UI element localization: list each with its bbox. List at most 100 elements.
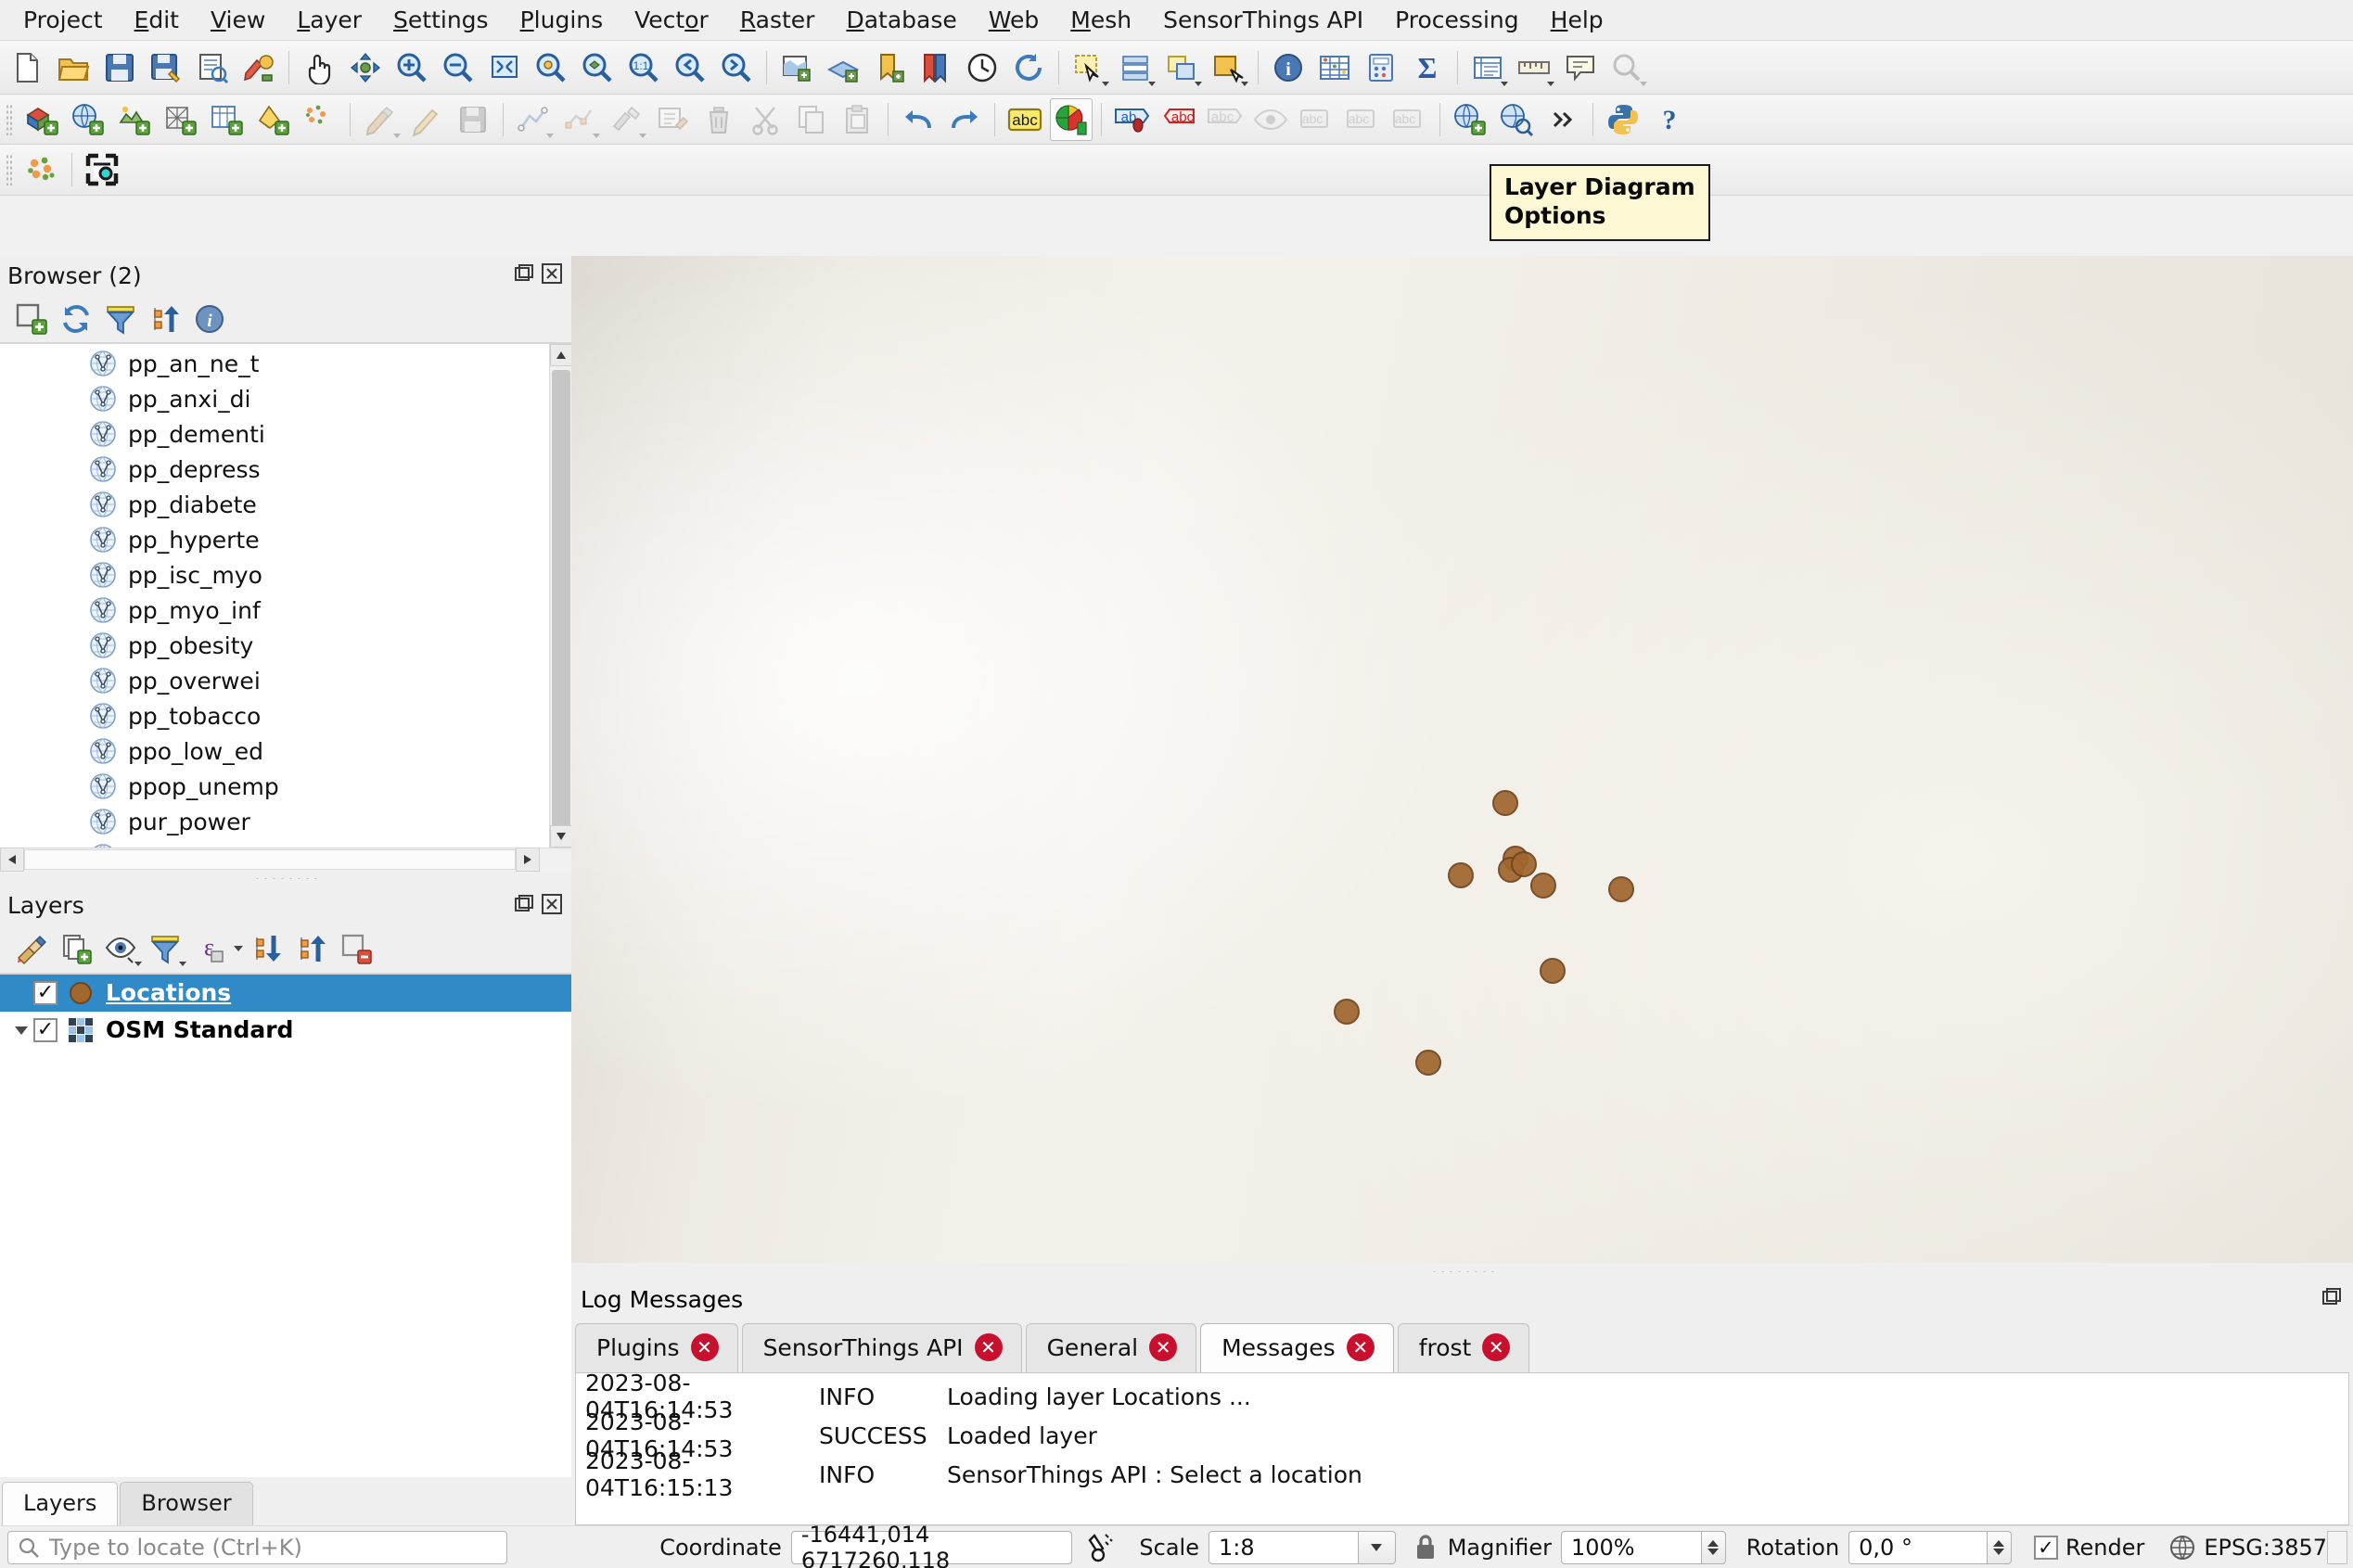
open-attribute-table-button[interactable] xyxy=(1313,46,1356,89)
menu-sensorthings-api[interactable]: SensorThings API xyxy=(1147,5,1379,35)
close-icon[interactable]: ✕ xyxy=(1482,1333,1511,1361)
expand-all-icon[interactable] xyxy=(245,928,289,969)
close-icon[interactable]: ✕ xyxy=(1346,1333,1375,1361)
remove-layer-icon[interactable] xyxy=(334,928,378,969)
add-line-feature-button[interactable] xyxy=(512,98,555,141)
status-messages-button[interactable] xyxy=(2327,1530,2347,1564)
metasearch-button[interactable] xyxy=(1495,98,1538,141)
dock-splitter[interactable] xyxy=(0,871,571,886)
python-console-button[interactable] xyxy=(1602,98,1644,141)
save-project-button[interactable] xyxy=(98,46,141,89)
select-features-button[interactable] xyxy=(1068,46,1110,89)
scroll-up-arrow[interactable] xyxy=(550,344,571,366)
collapse-all-icon-layers[interactable] xyxy=(289,928,334,969)
log-message-list[interactable]: 2023-08-04T16:14:53 INFO Loading layer Loc… xyxy=(575,1372,2349,1525)
toolbar-grip-2[interactable] xyxy=(6,154,14,185)
undo-button[interactable] xyxy=(897,98,940,141)
filter-legend-expression-icon[interactable]: ε xyxy=(187,928,232,969)
browser-item[interactable]: SoundPressureLevel.SPL xyxy=(0,839,571,848)
layer-visibility-checkbox[interactable] xyxy=(33,1017,58,1042)
browser-tree[interactable]: pp_an_ne_t pp_anxi_di pp_dementi pp_depress… xyxy=(0,343,571,848)
browser-item[interactable]: pp_myo_inf xyxy=(0,593,571,628)
menu-plugins[interactable]: Plugins xyxy=(505,5,620,35)
manage-map-themes-icon[interactable] xyxy=(98,928,143,969)
log-tab-sensorthings-api[interactable]: SensorThings API ✕ xyxy=(741,1323,1022,1372)
layer-item-locations[interactable]: Locations xyxy=(0,974,571,1012)
new-map-bookmark-button[interactable] xyxy=(868,46,911,89)
redo-button[interactable] xyxy=(943,98,986,141)
current-edits-button[interactable] xyxy=(359,98,402,141)
log-tab-messages[interactable]: Messages ✕ xyxy=(1200,1323,1394,1372)
copy-features-button[interactable] xyxy=(790,98,833,141)
browser-item[interactable]: pp_anxi_di xyxy=(0,381,571,416)
log-tab-general[interactable]: General ✕ xyxy=(1025,1323,1197,1372)
add-wms-layer-button[interactable] xyxy=(1449,98,1491,141)
lock-scale-icon[interactable] xyxy=(1413,1534,1439,1562)
browser-item[interactable]: pp_overwei xyxy=(0,663,571,698)
hscroll-thumb[interactable] xyxy=(24,849,516,870)
open-data-source-manager-button[interactable] xyxy=(20,98,63,141)
measure-button[interactable] xyxy=(1513,46,1555,89)
layer-diagram-options-button[interactable] xyxy=(1050,97,1093,141)
open-layer-styling-icon[interactable] xyxy=(9,928,54,969)
map-feature-point[interactable] xyxy=(1540,958,1566,984)
scroll-thumb[interactable] xyxy=(552,370,570,848)
identify-results-button[interactable]: i xyxy=(1267,46,1310,89)
vertex-tool-button[interactable] xyxy=(558,98,601,141)
render-toggle[interactable]: ✓ Render xyxy=(2033,1535,2144,1561)
add-vector-layer-button[interactable] xyxy=(67,98,109,141)
style-manager-button[interactable] xyxy=(237,46,280,89)
select-by-value-button[interactable] xyxy=(1114,46,1157,89)
cut-features-button[interactable] xyxy=(744,98,786,141)
scroll-right-arrow[interactable] xyxy=(516,848,540,872)
layer-visibility-checkbox[interactable] xyxy=(33,980,58,1005)
layer-item-osm-standard[interactable]: OSM Standard xyxy=(0,1012,571,1049)
add-delimited-text-layer-button[interactable] xyxy=(206,98,249,141)
menu-processing[interactable]: Processing xyxy=(1379,5,1535,35)
menu-help[interactable]: Help xyxy=(1535,5,1619,35)
map-canvas[interactable] xyxy=(571,256,2353,1263)
new-3d-map-view-button[interactable] xyxy=(822,46,864,89)
map-feature-point[interactable] xyxy=(1608,876,1634,902)
browser-item[interactable]: pp_hyperte xyxy=(0,522,571,557)
zoom-next-button[interactable] xyxy=(715,46,758,89)
add-group-icon[interactable] xyxy=(54,928,98,969)
log-undock-button[interactable] xyxy=(2321,1287,2346,1311)
new-project-button[interactable] xyxy=(6,46,48,89)
scale-dropdown-arrow[interactable] xyxy=(1358,1530,1396,1564)
scale-field[interactable]: 1:8 xyxy=(1208,1530,1359,1564)
add-raster-layer-button[interactable] xyxy=(113,98,156,141)
save-layer-edits-button[interactable] xyxy=(452,98,494,141)
browser-item[interactable]: pp_diabete xyxy=(0,487,571,522)
map-feature-point[interactable] xyxy=(1448,862,1474,888)
info-icon[interactable]: i xyxy=(187,299,232,339)
dock-tab-browser[interactable]: Browser xyxy=(120,1482,253,1525)
show-attribute-table-button[interactable] xyxy=(1466,46,1509,89)
toggle-extents-icon[interactable] xyxy=(1085,1532,1117,1563)
layers-close-button[interactable] xyxy=(542,893,566,918)
layer-labeling-options-button[interactable]: abc xyxy=(1004,98,1046,141)
menu-database[interactable]: Database xyxy=(830,5,972,35)
highlight-pinned-labels-button[interactable]: abc xyxy=(1342,98,1385,141)
render-checkbox[interactable]: ✓ xyxy=(2033,1535,2058,1560)
magnifier-field[interactable]: 100% xyxy=(1561,1530,1702,1564)
new-map-view-button[interactable] xyxy=(775,46,818,89)
refresh-icon[interactable] xyxy=(54,299,98,339)
menu-layer[interactable]: Layer xyxy=(281,5,377,35)
add-mesh-layer-button[interactable] xyxy=(160,98,202,141)
expand-collapse-icon[interactable] xyxy=(9,1025,33,1036)
collapse-all-icon[interactable] xyxy=(143,299,187,339)
new-map-tip-button[interactable] xyxy=(1605,46,1648,89)
log-panel-splitter[interactable] xyxy=(571,1263,2353,1280)
pan-map-button[interactable] xyxy=(298,46,340,89)
pin-labels-button[interactable]: abc xyxy=(1296,98,1338,141)
map-feature-point[interactable] xyxy=(1334,999,1360,1025)
browser-item[interactable]: pp_depress xyxy=(0,452,571,487)
filter-legend-icon[interactable] xyxy=(143,928,187,969)
sensorthings-locations-button[interactable] xyxy=(20,148,63,191)
browser-item[interactable]: ppop_unemp xyxy=(0,769,571,804)
browser-item[interactable]: pur_power xyxy=(0,804,571,839)
toolbar-overflow-button[interactable] xyxy=(1541,98,1584,141)
pan-to-selection-button[interactable] xyxy=(344,46,387,89)
browser-item[interactable]: ppo_low_ed xyxy=(0,733,571,769)
